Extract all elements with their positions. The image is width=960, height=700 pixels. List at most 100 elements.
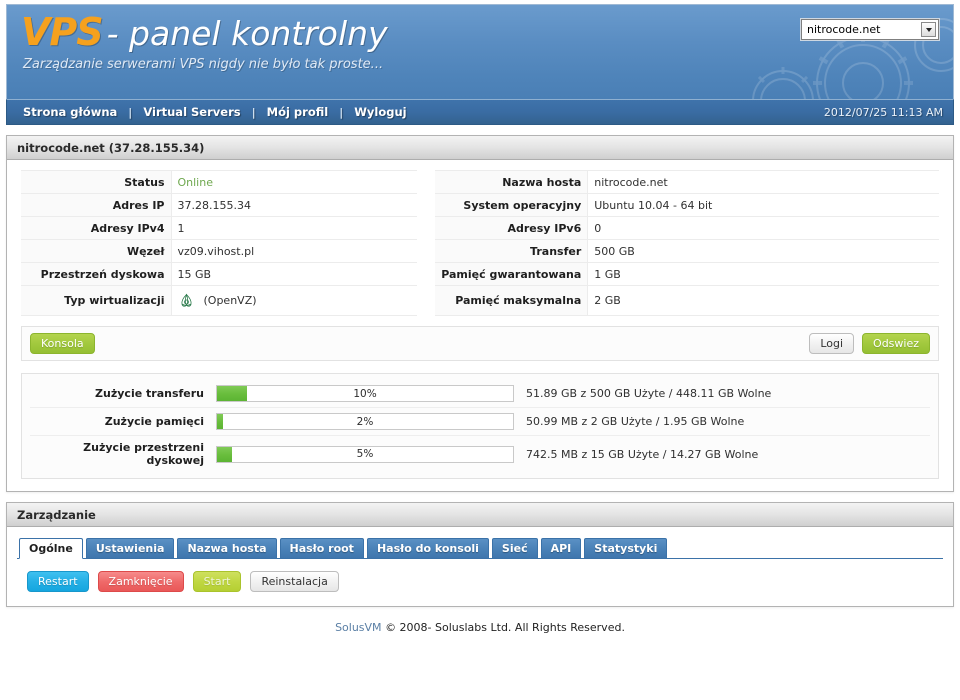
server-select[interactable]: nitrocode.net	[800, 18, 940, 41]
nav-item-home[interactable]: Strona główna	[21, 105, 119, 119]
nav-separator: |	[128, 105, 133, 119]
usage-detail: 742.5 MB z 15 GB Użyte / 14.27 GB Wolne	[526, 447, 759, 461]
info-value: 1	[171, 216, 418, 240]
shutdown-button[interactable]: Zamknięcie	[97, 571, 184, 592]
info-label: Pamięć maksymalna	[435, 285, 589, 316]
management-panel-body: Ogólne Ustawienia Nazwa hosta Hasło root…	[7, 527, 953, 606]
column-spacer	[417, 239, 436, 263]
progress-bar: 10%	[216, 385, 514, 402]
server-panel: nitrocode.net (37.28.155.34) Status Onli…	[6, 135, 954, 492]
tab-haslo-do-konsoli[interactable]: Hasło do konsoli	[366, 538, 489, 558]
tab-siec[interactable]: Sieć	[491, 538, 538, 558]
info-value: Online	[171, 170, 418, 194]
tab-ustawienia[interactable]: Ustawienia	[85, 538, 175, 558]
usage-detail: 51.89 GB z 500 GB Użyte / 448.11 GB Woln…	[520, 380, 930, 408]
table-row: Zużycie przestrzeni dyskowej 5% 742.5 MB…	[30, 436, 930, 473]
column-spacer	[417, 216, 436, 240]
info-value: vz09.vihost.pl	[171, 239, 418, 263]
tab-api[interactable]: API	[540, 538, 582, 558]
info-value: (OpenVZ)	[171, 285, 418, 316]
management-tabs: Ogólne Ustawienia Nazwa hosta Hasło root…	[17, 537, 943, 559]
column-spacer	[417, 170, 436, 194]
table-row: Adresy IPv4 1 Adresy IPv6 0	[21, 216, 939, 240]
info-label: System operacyjny	[435, 193, 589, 217]
tab-ogolne[interactable]: Ogólne	[19, 538, 83, 559]
chevron-down-icon[interactable]	[921, 22, 936, 37]
info-label: Typ wirtualizacji	[21, 285, 172, 316]
restart-button[interactable]: Restart	[27, 571, 89, 592]
progress-bar-percent: 5%	[356, 448, 374, 460]
nav-item-my-profile[interactable]: Mój profil	[265, 105, 331, 119]
usage-section: Zużycie transferu 10% 51.89 GB z 500 GB …	[21, 373, 939, 479]
tab-content-ogolne: Restart Zamknięcie Start Reinstalacja	[17, 559, 943, 600]
virtualization-type-label: (OpenVZ)	[203, 294, 257, 307]
info-value: 1 GB	[587, 262, 939, 286]
info-label: Adresy IPv4	[21, 216, 172, 240]
info-value: Ubuntu 10.04 - 64 bit	[587, 193, 939, 217]
nav-item-logout[interactable]: Wyloguj	[352, 105, 408, 119]
table-row: Węzeł vz09.vihost.pl Transfer 500 GB	[21, 239, 939, 263]
header-tagline: Zarządzanie serwerami VPS nigdy nie było…	[23, 57, 384, 72]
info-label: Pamięć gwarantowana	[435, 262, 589, 286]
logo-subtitle-text: - panel kontrolny	[106, 14, 388, 53]
progress-bar-percent: 10%	[353, 387, 377, 400]
nav-separator: |	[339, 105, 344, 119]
info-value: 0	[587, 216, 939, 240]
start-button[interactable]: Start	[192, 571, 242, 592]
usage-bar-cell: 2%	[210, 407, 520, 436]
usage-bar-cell: 10%	[210, 380, 520, 408]
usage-table: Zużycie transferu 10% 51.89 GB z 500 GB …	[30, 380, 930, 472]
page-root: VPS - panel kontrolny Zarządzanie serwera…	[0, 0, 960, 700]
openvz-logo-icon	[181, 293, 191, 307]
app-header: VPS - panel kontrolny Zarządzanie serwera…	[6, 4, 954, 99]
server-selector-wrap: nitrocode.net	[800, 18, 940, 41]
management-panel-title: Zarządzanie	[7, 503, 953, 527]
navbar-datetime: 2012/07/25 11:13 AM	[823, 105, 943, 119]
info-label: Transfer	[435, 239, 589, 263]
refresh-button[interactable]: Odswiez	[862, 333, 930, 354]
table-row: Status Online Nazwa hosta nitrocode.net	[21, 170, 939, 194]
server-select-value: nitrocode.net	[807, 23, 881, 36]
tab-haslo-root[interactable]: Hasło root	[279, 538, 364, 558]
main-navbar: Strona główna | Virtual Servers | Mój pr…	[6, 99, 954, 125]
table-row: Przestrzeń dyskowa 15 GB Pamięć gwaranto…	[21, 262, 939, 286]
info-label: Przestrzeń dyskowa	[21, 262, 172, 286]
usage-label: Zużycie pamięci	[30, 407, 210, 436]
usage-bar-cell: 5%	[210, 436, 520, 473]
info-value: 500 GB	[587, 239, 939, 263]
logo-vps-text: VPS	[21, 10, 104, 54]
usage-detail: 50.99 MB z 2 GB Użyte / 1.95 GB Wolne	[520, 407, 930, 436]
server-panel-body: Status Online Nazwa hosta nitrocode.net …	[7, 160, 953, 491]
info-value: nitrocode.net	[587, 170, 939, 194]
server-action-buttons: Konsola Logi Odswiez	[21, 326, 939, 361]
info-value: 15 GB	[171, 262, 418, 286]
console-button[interactable]: Konsola	[30, 333, 95, 354]
column-spacer	[417, 285, 436, 316]
tab-nazwa-hosta[interactable]: Nazwa hosta	[177, 538, 277, 558]
table-row: Zużycie pamięci 2% 50.99 MB z 2 GB Użyte…	[30, 407, 930, 436]
table-row: Typ wirtualizacji (OpenVZ) Pamięć maksym…	[21, 285, 939, 316]
usage-label: Zużycie transferu	[30, 380, 210, 408]
status-badge: Online	[177, 175, 213, 189]
logs-button[interactable]: Logi	[809, 333, 855, 354]
reinstall-button[interactable]: Reinstalacja	[250, 571, 339, 592]
info-value: 2 GB	[587, 285, 939, 316]
column-spacer	[417, 262, 436, 286]
server-info-table: Status Online Nazwa hosta nitrocode.net …	[21, 170, 939, 316]
footer-copyright: © 2008- Soluslabs Ltd. All Rights Reserv…	[385, 621, 625, 634]
navbar-links: Strona główna | Virtual Servers | Mój pr…	[21, 105, 824, 119]
nav-item-virtual-servers[interactable]: Virtual Servers	[141, 105, 242, 119]
tab-statystyki[interactable]: Statystyki	[584, 538, 668, 558]
table-row: Zużycie transferu 10% 51.89 GB z 500 GB …	[30, 380, 930, 408]
page-footer: SolusVM © 2008- Soluslabs Ltd. All Right…	[6, 607, 954, 640]
nav-separator: |	[251, 105, 256, 119]
usage-label: Zużycie przestrzeni dyskowej	[83, 441, 204, 467]
progress-bar: 5%	[216, 445, 514, 463]
table-row: Adres IP 37.28.155.34 System operacyjny …	[21, 193, 939, 217]
info-label: Status	[21, 170, 172, 194]
management-panel: Zarządzanie Ogólne Ustawienia Nazwa host…	[6, 502, 954, 607]
info-value: 37.28.155.34	[171, 193, 418, 217]
column-spacer	[417, 193, 436, 217]
info-label: Węzeł	[21, 239, 172, 263]
progress-bar-percent: 2%	[356, 415, 374, 428]
